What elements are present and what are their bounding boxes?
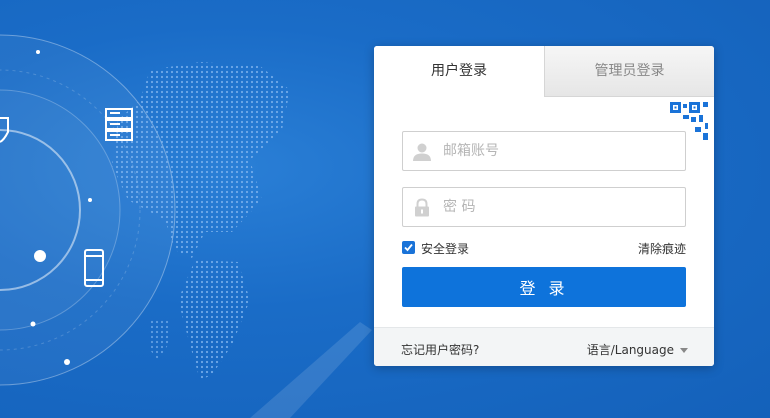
- account-field: [402, 131, 686, 171]
- language-label: 语言/Language: [586, 343, 674, 357]
- tab-admin-login[interactable]: 管理员登录: [544, 46, 714, 97]
- secure-login-checkbox[interactable]: [402, 241, 415, 254]
- clear-traces-link[interactable]: 清除痕迹: [638, 240, 686, 257]
- password-input[interactable]: [443, 188, 679, 226]
- login-options: 安全登录 清除痕迹: [402, 239, 686, 257]
- checkmark-icon: [404, 243, 413, 252]
- user-icon: [413, 143, 431, 161]
- secure-login-label[interactable]: 安全登录: [421, 240, 469, 257]
- forgot-password-link[interactable]: 忘记用户密码?: [401, 341, 479, 358]
- email-account-input[interactable]: [443, 132, 679, 170]
- tab-user-login[interactable]: 用户登录: [374, 46, 544, 97]
- login-footer: 忘记用户密码? 语言/Language: [374, 327, 714, 366]
- login-tabs: 用户登录 管理员登录: [374, 46, 714, 97]
- language-selector[interactable]: 语言/Language: [587, 341, 688, 358]
- login-panel: 用户登录 管理员登录 邮箱账号 安全登录 清除痕迹 登 录 忘记用户密码? 语言…: [374, 46, 714, 366]
- password-field: [402, 187, 686, 227]
- caret-down-icon: [680, 348, 688, 353]
- login-button[interactable]: 登 录: [402, 267, 686, 307]
- lock-icon: [415, 198, 429, 217]
